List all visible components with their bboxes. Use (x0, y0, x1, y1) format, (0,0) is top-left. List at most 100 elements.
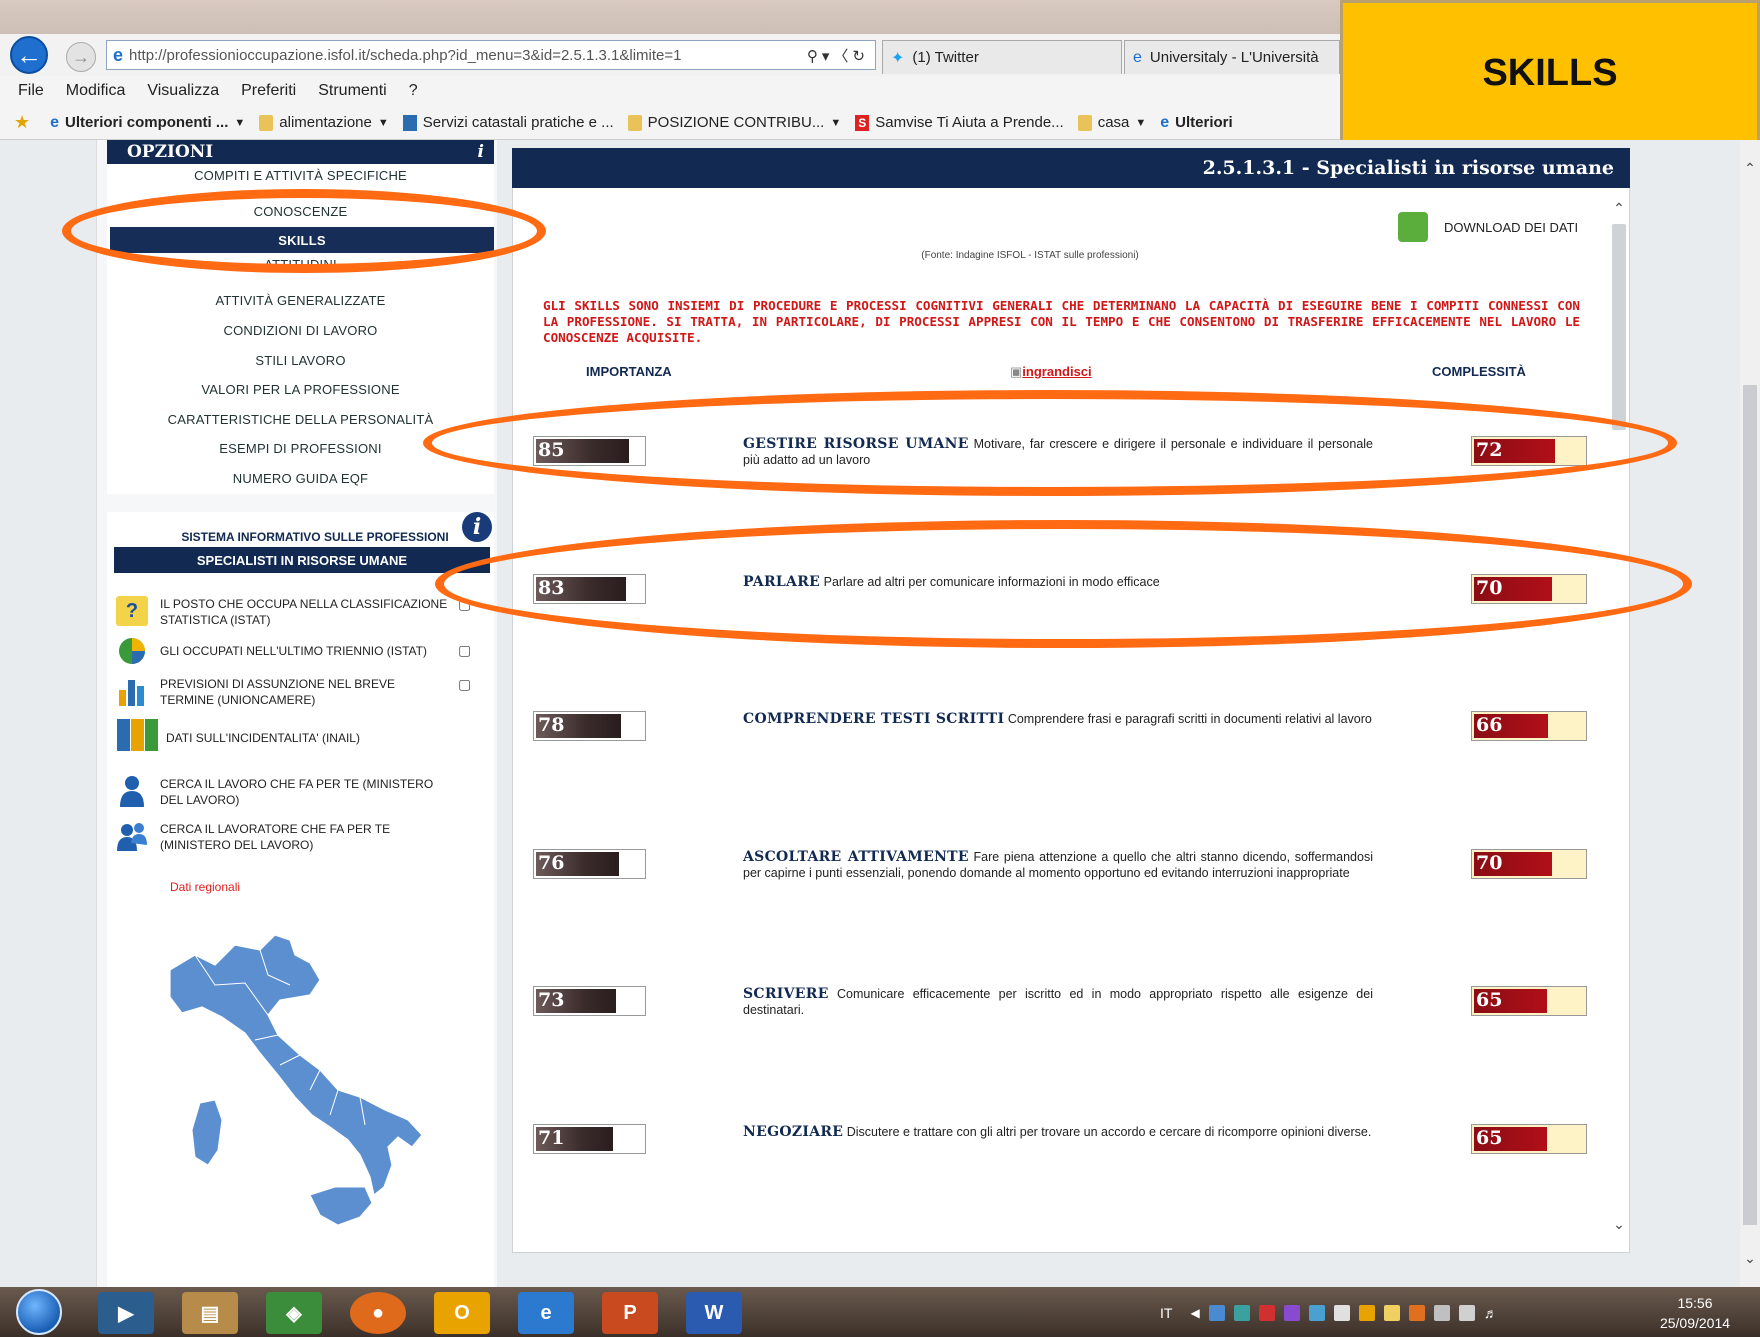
fav-item-ulteriori-2[interactable]: e Ulteriori (1160, 114, 1232, 132)
fav-item-samvise[interactable]: S Samvise Ti Aiuta a Prende... (855, 114, 1064, 131)
menu-preferiti[interactable]: Preferiti (241, 82, 296, 100)
complexity-value: 65 (1476, 989, 1503, 1011)
clock-date: 25/09/2014 (1659, 1315, 1731, 1331)
info-icon[interactable]: i (478, 142, 484, 162)
sis-item-previsioni[interactable]: PREVISIONI DI ASSUNZIONE NEL BREVE TERMI… (116, 676, 496, 708)
tray-app-icon[interactable] (1208, 1305, 1225, 1321)
importance-bar: 76 (533, 849, 646, 879)
fav-item-casa[interactable]: casa ▼ (1077, 114, 1147, 131)
zoom-link[interactable]: ▣ingrandisci (1010, 364, 1092, 380)
external-link-icon[interactable]: ▢ (458, 636, 471, 658)
info-icon[interactable]: i (462, 512, 492, 542)
skill-description: Comunicare efficacemente per iscritto ed… (743, 987, 1373, 1017)
internet-explorer-icon[interactable]: e (518, 1292, 574, 1334)
chevron-down-icon[interactable]: ⌄ (1742, 1250, 1758, 1268)
chevron-down-icon[interactable]: ⌄ (1610, 1216, 1628, 1234)
site-icon (402, 114, 417, 131)
option-stili-lavoro[interactable]: STILI LAVORO (107, 347, 494, 373)
complexity-value: 66 (1476, 714, 1503, 736)
tray-acrobat-icon[interactable] (1258, 1305, 1275, 1321)
complexity-bar: 70 (1471, 849, 1587, 879)
content-scrollbar[interactable]: ⌃ ⌄ (1610, 200, 1628, 1240)
scrollbar-thumb[interactable] (1612, 224, 1626, 430)
option-caratteristiche[interactable]: CARATTERISTICHE DELLA PERSONALITÀ (107, 406, 494, 432)
external-link-icon[interactable]: ▢ (458, 676, 471, 692)
option-attivita-generalizzate[interactable]: ATTIVITÀ GENERALIZZATE (107, 287, 494, 313)
favorites-star[interactable]: ★ (14, 112, 36, 133)
chevron-up-icon[interactable]: ⌃ (1610, 200, 1628, 218)
address-controls[interactable]: ⚲▾〈↻ (807, 45, 875, 66)
tray-app-icon[interactable] (1333, 1305, 1350, 1321)
option-valori[interactable]: VALORI PER LA PROFESSIONE (107, 376, 494, 402)
chevron-down-icon: ▼ (234, 116, 246, 129)
tray-app-icon[interactable] (1283, 1305, 1300, 1321)
tab-universitaly[interactable]: e Universitaly - L'Università (1124, 40, 1340, 74)
tray-flag-icon[interactable] (1433, 1305, 1450, 1321)
file-explorer-icon[interactable]: ▤ (182, 1292, 238, 1334)
sis-item-cerca-lavoratore[interactable]: CERCA IL LAVORATORE CHE FA PER TE (MINIS… (116, 821, 496, 853)
windows-start-button[interactable] (16, 1289, 62, 1335)
tray-outlook-icon[interactable] (1358, 1305, 1375, 1321)
person-icon (116, 776, 148, 807)
fav-item-alimentazione[interactable]: alimentazione ▼ (259, 114, 389, 131)
clock[interactable]: 15:56 25/09/2014 (1640, 1293, 1750, 1333)
regional-data-link[interactable]: Dati regionali (170, 880, 240, 894)
star-icon: ★ (14, 112, 31, 132)
sis-item-cerca-lavoro[interactable]: CERCA IL LAVORO CHE FA PER TE (MINISTERO… (116, 776, 496, 808)
sis-item-classificazione[interactable]: ? IL POSTO CHE OCCUPA NELLA CLASSIFICAZI… (116, 596, 496, 628)
bar-chart-icon (116, 676, 148, 706)
back-button[interactable]: ← (10, 36, 48, 74)
image-icon: ▣ (1010, 364, 1023, 379)
download-data-link[interactable]: DOWNLOAD DEI DATI (1398, 212, 1578, 242)
tray-app-icon[interactable] (1233, 1305, 1250, 1321)
ie-icon: e (1133, 48, 1142, 66)
tab-twitter[interactable]: ✦ (1) Twitter (882, 40, 1122, 74)
column-complexity: COMPLESSITÀ (1432, 364, 1526, 379)
tray-network-icon[interactable] (1458, 1305, 1475, 1321)
arrow-right-icon: → (72, 46, 90, 67)
chevron-down-icon: ▼ (1135, 116, 1147, 129)
language-indicator[interactable]: IT (1160, 1305, 1172, 1321)
scrollbar-thumb[interactable] (1743, 385, 1757, 1225)
forward-button[interactable]: → (66, 42, 96, 72)
sis-subtitle: SPECIALISTI IN RISORSE UMANE (114, 547, 490, 573)
word-icon[interactable]: W (686, 1292, 742, 1334)
menu-strumenti[interactable]: Strumenti (318, 82, 386, 100)
skill-name: COMPRENDERE TESTI SCRITTI (743, 711, 1005, 727)
windows-live-icon[interactable]: ◈ (266, 1292, 322, 1334)
chevron-left-icon[interactable]: ◀ (1190, 1306, 1199, 1320)
powerpoint-icon[interactable]: P (602, 1292, 658, 1334)
complexity-value: 70 (1476, 852, 1503, 874)
skill-row: ASCOLTARE ATTIVAMENTE Fare piena attenzi… (743, 849, 1373, 881)
fav-item-servizi-catastali[interactable]: Servizi catastali pratiche e ... (402, 114, 614, 131)
option-condizioni-lavoro[interactable]: CONDIZIONI DI LAVORO (107, 317, 494, 343)
address-bar[interactable]: e http://professionioccupazione.isfol.it… (106, 40, 876, 70)
skill-name: ASCOLTARE ATTIVAMENTE (743, 849, 969, 865)
option-eqf[interactable]: NUMERO GUIDA EQF (107, 465, 494, 491)
menu-visualizza[interactable]: Visualizza (147, 82, 219, 100)
media-player-icon[interactable]: ▶ (98, 1292, 154, 1334)
menu-file[interactable]: File (18, 82, 44, 100)
outlook-icon[interactable]: O (434, 1292, 490, 1334)
firefox-icon[interactable]: ● (350, 1292, 406, 1334)
chevron-up-icon[interactable]: ⌃ (1742, 160, 1758, 178)
sis-title: SISTEMA INFORMATIVO SULLE PROFESSIONI (181, 530, 449, 544)
page-scrollbar[interactable]: ⌃ ⌄ (1740, 140, 1760, 1287)
sis-item-incidentalita[interactable]: DATI SULL'INCIDENTALITA' (INAIL) (116, 719, 496, 751)
italy-map[interactable] (160, 925, 450, 1235)
clock-time: 15:56 (1677, 1295, 1713, 1311)
fav-item-ulteriori[interactable]: e Ulteriori componenti ... ▼ (50, 114, 245, 132)
skill-row: SCRIVERE Comunicare efficacemente per is… (743, 986, 1373, 1018)
menu-help[interactable]: ? (409, 82, 418, 100)
folder-icon (1077, 114, 1092, 131)
tray-mail-icon[interactable] (1383, 1305, 1400, 1321)
complexity-bar: 65 (1471, 986, 1587, 1016)
tray-app-icon[interactable] (1408, 1305, 1425, 1321)
speaker-icon[interactable]: ♬ (1484, 1305, 1498, 1321)
menu-modifica[interactable]: Modifica (66, 82, 126, 100)
tray-app-icon[interactable] (1308, 1305, 1325, 1321)
sis-item-occupati[interactable]: GLI OCCUPATI NELL'ULTIMO TRIENNIO (ISTAT… (116, 636, 496, 666)
arrow-left-icon: ← (16, 39, 42, 70)
fav-item-posizione[interactable]: POSIZIONE CONTRIBU... ▼ (627, 114, 841, 131)
people-icon (116, 821, 148, 851)
